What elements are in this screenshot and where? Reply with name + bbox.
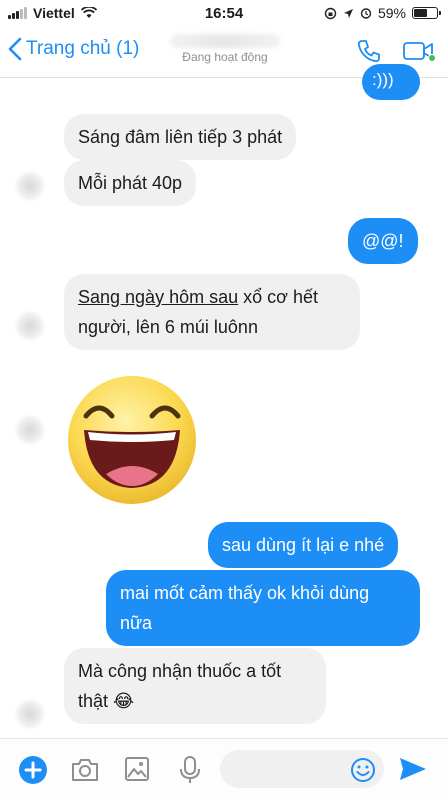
message-bubble-outgoing[interactable]: mai mốt cảm thấy ok khỏi dùng nữa [106, 570, 420, 646]
chevron-left-icon [8, 37, 22, 61]
avatar[interactable] [16, 700, 44, 728]
plus-icon[interactable] [18, 755, 48, 785]
camera-icon[interactable] [70, 757, 100, 783]
message-text: thật [78, 691, 109, 711]
message-text: @@! [362, 231, 404, 251]
message-bubble-incoming[interactable]: Mỗi phát 40p [64, 160, 197, 206]
message-line: người, lên 6 múi luônn [78, 317, 258, 337]
alarm-icon [360, 8, 372, 19]
battery-percent: 59% [377, 5, 406, 21]
message-text: :))) [372, 70, 394, 89]
message-bubble-incoming[interactable]: Sang ngày hôm sau xổ cơ hết người, lên 6… [64, 274, 360, 350]
status-right: 59% [324, 5, 441, 21]
avatar[interactable] [16, 172, 44, 200]
message-line: mai mốt cảm thấy ok khỏi dùng [120, 583, 370, 603]
laughing-tears-emoji: 😂 [113, 691, 135, 711]
contact-header[interactable]: Đang hoạt động [160, 34, 290, 64]
message-bubble-outgoing[interactable]: sau dùng ít lại e nhé [208, 522, 399, 568]
phone-icon[interactable] [356, 38, 382, 64]
battery-icon [412, 7, 441, 19]
message-text: Sáng đâm liên tiếp 3 phát [78, 127, 283, 147]
status-bar: Viettel 16:54 59% [0, 0, 448, 26]
message-line: nữa [120, 613, 153, 633]
composer [0, 738, 448, 800]
message-line: thật 😂 [78, 686, 312, 716]
message-input[interactable] [220, 750, 384, 788]
message-bubble-incoming[interactable]: Sáng đâm liên tiếp 3 phát [64, 114, 297, 160]
message-bubble-incoming[interactable]: Mà công nhận thuốc a tốt thật 😂 [64, 648, 326, 724]
video-call-icon[interactable] [402, 39, 436, 63]
message-bubble-outgoing[interactable]: @@! [348, 218, 418, 264]
location-icon [343, 8, 353, 18]
message-line: Sang ngày hôm sau xổ cơ hết [78, 282, 346, 312]
microphone-icon[interactable] [178, 755, 202, 785]
send-icon[interactable] [398, 755, 428, 783]
chat-thread[interactable]: :))) Sáng đâm liên tiếp 3 phát Mỗi phát … [0, 64, 448, 738]
battery-fill [414, 9, 427, 17]
message-text: xổ cơ hết [238, 287, 318, 307]
avatar[interactable] [16, 312, 44, 340]
message-text: Mỗi phát 40p [78, 173, 183, 193]
message-text: sau dùng ít lại e nhé [222, 535, 385, 555]
laughing-face-sticker[interactable] [66, 374, 198, 506]
back-button[interactable]: Trang chủ (1) [8, 37, 139, 61]
message-bubble-outgoing[interactable]: :))) [362, 64, 420, 100]
message-text-underlined: Sang ngày hôm sau [78, 287, 239, 307]
image-icon[interactable] [124, 756, 150, 782]
active-status: Đang hoạt động [182, 50, 268, 64]
nav-actions [356, 38, 436, 64]
back-label: Trang chủ (1) [26, 38, 140, 59]
rotation-lock-icon [324, 7, 337, 19]
avatar[interactable] [16, 416, 44, 444]
contact-name-blurred [170, 34, 280, 48]
message-line: Mà công nhận thuốc a tốt [78, 661, 282, 681]
smile-icon[interactable] [350, 757, 376, 783]
